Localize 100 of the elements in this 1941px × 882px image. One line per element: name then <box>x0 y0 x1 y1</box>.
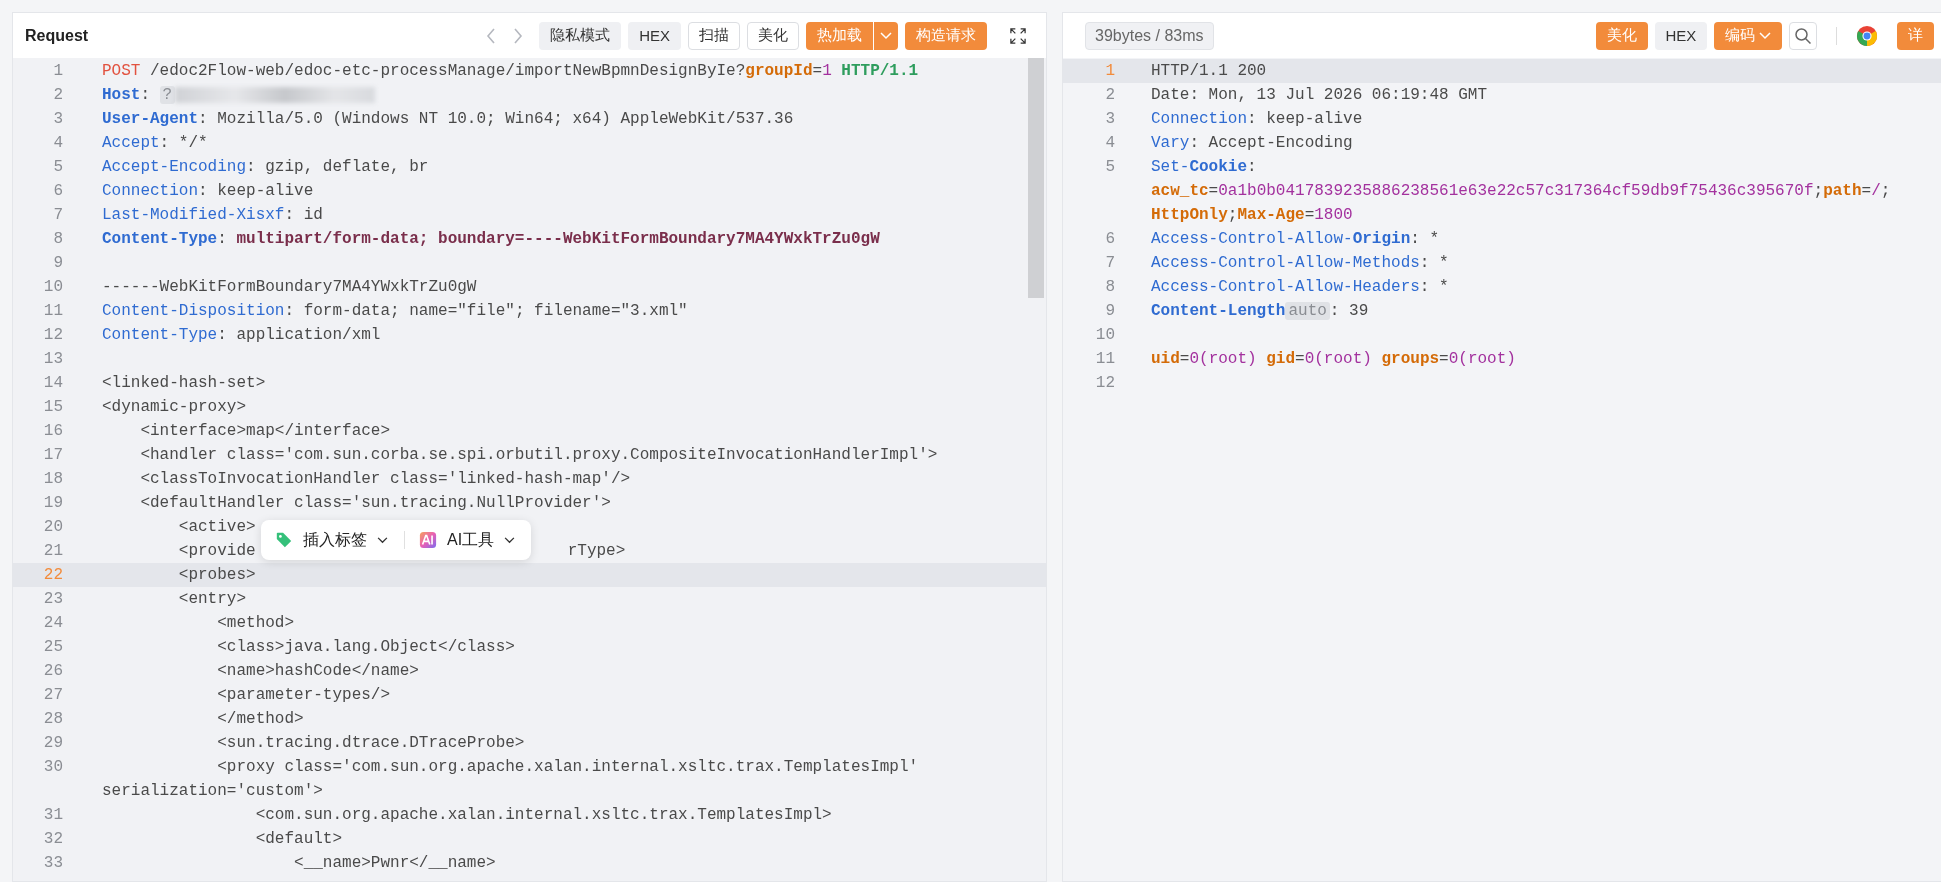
toolbar-button[interactable]: 美化 <box>747 21 799 50</box>
line-number: 9 <box>52 253 63 274</box>
scrollbar-thumb[interactable] <box>1028 58 1044 298</box>
line-number: 30 <box>42 757 63 778</box>
code-line: <dynamic-proxy> <box>102 397 247 418</box>
fullscreen-icon[interactable] <box>1010 27 1026 44</box>
line-number: 3 <box>1104 109 1115 130</box>
line-number: 5 <box>1104 157 1115 178</box>
code-line: <entry> <box>177 589 247 610</box>
code-line: <com.sun.org.apache.xalan.internal.xsltc.trax.TemplatesImpl> <box>254 805 832 826</box>
line-number: 4 <box>52 133 63 154</box>
code-line: <defaultHandler class='sun.tracing.NullProvider'> <box>139 493 611 514</box>
code-line: Content-Length auto : 39 <box>1151 301 1369 322</box>
line-number: 24 <box>42 613 63 634</box>
code-line: Accept: */* <box>102 133 208 154</box>
caret-icon <box>504 536 516 544</box>
line-number: 4 <box>1104 133 1115 154</box>
line-number: 1 <box>52 61 63 82</box>
toolbar-button[interactable]: 隐私模式 <box>539 21 622 50</box>
search-button[interactable] <box>1789 21 1818 50</box>
code-line: Access-Control-Allow-Origin: * <box>1151 229 1440 250</box>
line-number: 10 <box>42 277 63 298</box>
line-number: 8 <box>1104 277 1115 298</box>
line-number: 26 <box>42 661 63 682</box>
ai-icon <box>419 531 437 549</box>
code-line: </method> <box>216 709 304 730</box>
popup-menu-button[interactable]: AI工具 <box>445 529 518 551</box>
code-line: <sun.tracing.dtrace.DTraceProbe> <box>216 733 525 754</box>
line-number: 15 <box>42 397 63 418</box>
response-stats: 39bytes / 83ms <box>1085 21 1214 50</box>
line-number: 9 <box>1104 301 1115 322</box>
line-number: 5 <box>52 157 63 178</box>
caret-icon <box>377 536 388 544</box>
line-number: 23 <box>42 589 63 610</box>
line-number: 29 <box>42 733 63 754</box>
line-number: 25 <box>42 637 63 658</box>
code-line: Last-Modified-Xisxf: id <box>102 205 323 226</box>
code-line: Connection: keep-alive <box>1151 109 1363 130</box>
browser-icon[interactable] <box>1856 24 1879 47</box>
line-number: 2 <box>52 85 63 106</box>
line-number: 2 <box>1104 85 1115 106</box>
toolbar-button[interactable]: HEX <box>628 21 681 50</box>
line-number: 21 <box>42 541 63 562</box>
line-number: 13 <box>42 349 63 370</box>
code-line: <class>java.lang.Object</class> <box>216 637 515 658</box>
code-line: Connection: keep-alive <box>102 181 314 202</box>
code-line: <default> <box>254 829 343 850</box>
tag-icon <box>275 531 293 549</box>
code-line: HTTP/1.1 200 <box>1151 61 1267 82</box>
code-line: uid=0(root) gid=0(root) groups=0(root) <box>1151 349 1516 370</box>
panel-title: Request <box>25 26 89 45</box>
code-line: Access-Control-Allow-Methods: * <box>1151 253 1449 274</box>
code-line: <probes> <box>177 565 256 586</box>
toolbar-button[interactable]: 扫描 <box>688 21 740 50</box>
code-line: Set-Cookie: acw_tc=0a1b0b0417839235886238561e63e22c57c317364cf59db9f75436c395670f;path=/; HttpOnly;Max-Age=1800 <box>1151 157 1891 226</box>
code-line: <linked-hash-set> <box>102 373 266 394</box>
line-number: 18 <box>42 469 63 490</box>
line-number: 10 <box>1094 325 1115 346</box>
line-number: 32 <box>42 829 63 850</box>
code-line: rType> <box>567 541 626 562</box>
code-line: <interface>map</interface> <box>139 421 391 442</box>
code-line: Vary: Accept-Encoding <box>1151 133 1353 154</box>
code-line: <method> <box>216 613 295 634</box>
line-number: 1 <box>1104 61 1115 82</box>
line-number: 11 <box>1094 349 1115 370</box>
toolbar-button[interactable]: HEX <box>1654 21 1708 50</box>
line-number: 6 <box>1104 229 1115 250</box>
popup-menu-button[interactable]: 插入标签 <box>301 529 390 551</box>
code-line: <handler class='com.sun.corba.se.spi.orbutil.proxy.CompositeInvocationHandlerImpl'> <box>139 445 938 466</box>
caret-icon <box>880 31 892 40</box>
line-number: 7 <box>52 205 63 226</box>
code-line: Date: Mon, 13 Jul 2026 06:19:48 GMT <box>1151 85 1488 106</box>
search-icon <box>1794 26 1813 45</box>
code-line: <classToInvocationHandler class='linked-hash-map'/> <box>139 469 631 490</box>
line-number: 11 <box>42 301 63 322</box>
code-line: <proxy class='com.sun.org.apache.xalan.internal.xsltc.trax.TemplatesImpl' serialization='custom'> <box>102 757 920 802</box>
code-line: Access-Control-Allow-Headers: * <box>1151 277 1449 298</box>
line-number: 22 <box>42 565 63 586</box>
code-line: <__name>Pwnr</__name> <box>293 853 496 874</box>
line-number: 33 <box>42 853 63 874</box>
line-number: 6 <box>52 181 63 202</box>
code-line: <provide <box>177 541 256 562</box>
line-number: 12 <box>42 325 63 346</box>
line-number: 12 <box>1094 373 1115 394</box>
code-line: POST /edoc2Flow-web/edoc-etc-processManage/importNewBpmnDesignByIe?groupId=1 HTTP/1.1 <box>102 61 919 82</box>
dropdown-button[interactable] <box>874 21 898 50</box>
caret-icon <box>1759 31 1772 40</box>
line-number: 20 <box>42 517 63 538</box>
code-line: Accept-Encoding: gzip, deflate, br <box>102 157 429 178</box>
code-line: User-Agent: Mozilla/5.0 (Windows NT 10.0; Win64; x64) AppleWebKit/537.36 <box>102 109 794 130</box>
code-line: Content-Disposition: form-data; name="file"; filename="3.xml" <box>102 301 688 322</box>
code-line: <parameter-types/> <box>216 685 391 706</box>
line-number: 16 <box>42 421 63 442</box>
line-number: 8 <box>52 229 63 250</box>
line-number: 17 <box>42 445 63 466</box>
code-line: Host: ? <box>102 83 376 107</box>
line-number: 28 <box>42 709 63 730</box>
line-number: 27 <box>42 685 63 706</box>
line-number: 14 <box>42 373 63 394</box>
code-line: ------WebKitFormBoundary7MA4YWxkTrZu0gW <box>102 277 477 298</box>
